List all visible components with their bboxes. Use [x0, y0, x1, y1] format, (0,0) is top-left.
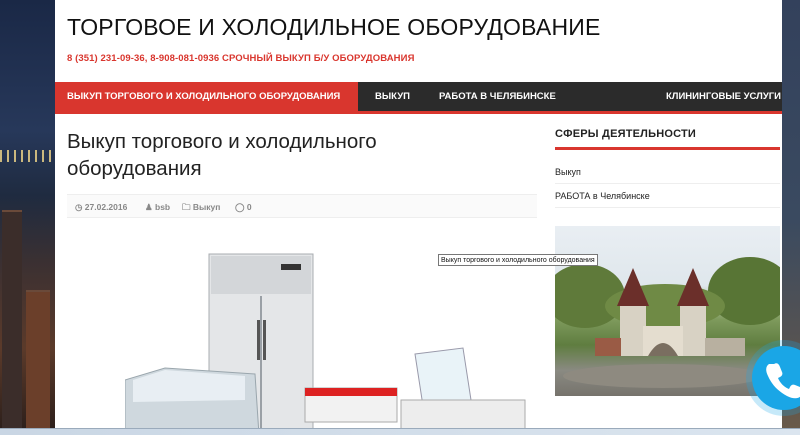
post-title: Выкуп торгового и холодильного оборудова… — [67, 130, 377, 180]
author-meta: ♟ bsb — [145, 202, 170, 213]
widget-title: СФЕРЫ ДЕЯТЕЛЬНОСТИ — [555, 128, 780, 150]
taskbar-strip — [0, 428, 800, 435]
comments-meta: ◯ 0 — [235, 202, 252, 213]
main-navigation: ВЫКУП ТОРГОВОГО И ХОЛОДИЛЬНОГО ОБОРУДОВА… — [55, 82, 782, 114]
post-author[interactable]: bsb — [155, 202, 170, 212]
building-shape — [2, 210, 22, 435]
sidebar-item-work[interactable]: РАБОТА в Челябинске — [555, 184, 780, 208]
phone-call-button[interactable] — [752, 346, 800, 410]
nav-item-buyout-equipment[interactable]: ВЫКУП ТОРГОВОГО И ХОЛОДИЛЬНОГО ОБОРУДОВА… — [55, 82, 358, 111]
phone-icon — [766, 363, 800, 399]
date-meta: ◷ 27.02.2016 — [75, 202, 127, 213]
site-container: ТОРГОВОЕ И ХОЛОДИЛЬНОЕ ОБОРУДОВАНИЕ 8 (3… — [55, 0, 782, 435]
site-title[interactable]: ТОРГОВОЕ И ХОЛОДИЛЬНОЕ ОБОРУДОВАНИЕ — [67, 14, 601, 41]
category-meta: 🗀 Выкуп — [182, 202, 220, 216]
comment-icon: ◯ — [235, 202, 245, 212]
post-meta: ◷ 27.02.2016 ♟ bsb 🗀 Выкуп ◯ 0 — [67, 194, 537, 218]
sidebar-item-buyout[interactable]: Выкуп — [555, 160, 780, 184]
main-content: Выкуп торгового и холодильного оборудова… — [67, 128, 540, 218]
post-category[interactable]: Выкуп — [193, 202, 221, 212]
nav-item-buyout[interactable]: ВЫКУП — [363, 82, 422, 111]
sidebar: СФЕРЫ ДЕЯТЕЛЬНОСТИ Выкуп РАБОТА в Челяби… — [555, 128, 780, 208]
post-comments[interactable]: 0 — [247, 202, 252, 212]
user-icon: ♟ — [145, 202, 153, 212]
site-description: 8 (351) 231-09-36, 8-908-081-0936 СРОЧНЫ… — [67, 53, 415, 64]
watermark: barahla.net — [644, 408, 735, 427]
building-shape — [26, 290, 50, 435]
nav-item-work-chelyabinsk[interactable]: РАБОТА В ЧЕЛЯБИНСКЕ — [427, 82, 568, 111]
city-lights — [0, 150, 55, 162]
image-tooltip: Выкуп торгового и холодильного оборудова… — [438, 254, 598, 266]
nav-item-cleaning-services[interactable]: КЛИНИНГОВЫЕ УСЛУГИ — [654, 82, 793, 111]
product-image[interactable] — [124, 250, 595, 435]
clock-icon: ◷ — [75, 202, 83, 212]
site-header: ТОРГОВОЕ И ХОЛОДИЛЬНОЕ ОБОРУДОВАНИЕ 8 (3… — [55, 0, 782, 82]
post-date[interactable]: 27.02.2016 — [85, 202, 128, 212]
equipment-illustration — [124, 253, 526, 435]
folder-icon: 🗀 — [182, 202, 191, 212]
background-city-left — [0, 0, 55, 435]
